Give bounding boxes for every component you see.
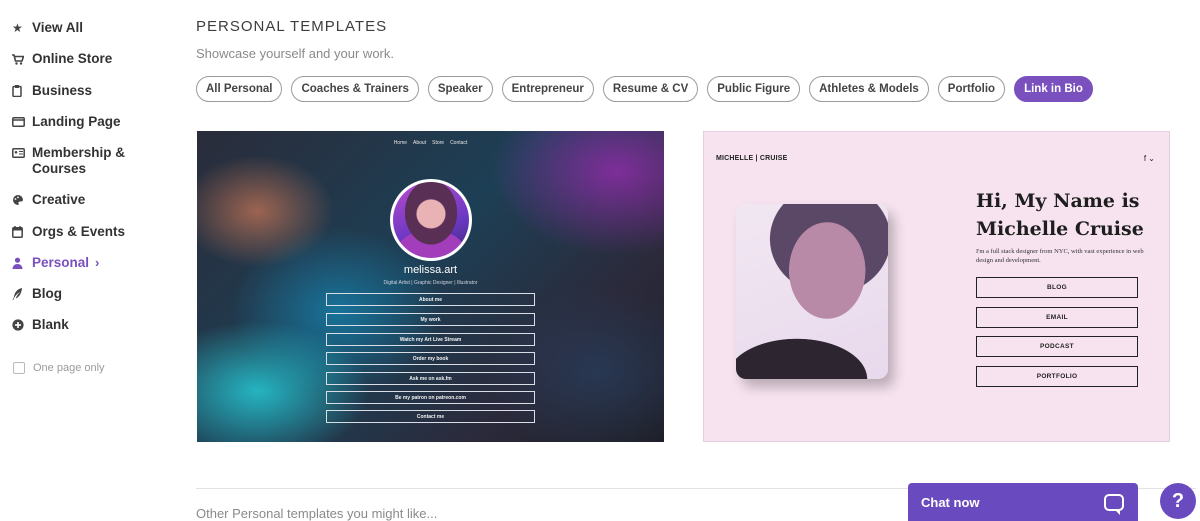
template-link-button: Ask me on ask.fm (326, 372, 535, 385)
template-link-button: About me (326, 293, 535, 306)
clipboard-icon (12, 83, 26, 99)
one-page-only-label: One page only (33, 362, 105, 374)
template-nav: Home About Store Contact (197, 140, 664, 146)
sidebar-item-label: View All (32, 20, 84, 35)
filter-pill-athletes-models[interactable]: Athletes & Models (809, 76, 929, 102)
sidebar-item-online-store[interactable]: Online Store (12, 51, 112, 67)
sidebar-item-membership-courses[interactable]: Membership & Courses (12, 145, 125, 177)
filter-pill-bar: All Personal Coaches & Trainers Speaker … (196, 76, 1093, 102)
quill-icon (12, 286, 26, 302)
star-icon: ★ (12, 21, 23, 35)
checkbox-box[interactable] (13, 362, 25, 374)
template-heading-line2: Michelle Cruise (976, 218, 1144, 240)
chat-now-label: Chat now (921, 494, 980, 510)
window-icon (12, 114, 26, 130)
sidebar-item-label: Personal (32, 255, 90, 270)
sidebar-item-label: Online Store (32, 51, 113, 66)
sidebar-item-label: Business (32, 83, 93, 98)
template-portrait-image (736, 204, 888, 379)
sidebar-item-business[interactable]: Business (12, 83, 92, 99)
filter-pill-portfolio[interactable]: Portfolio (937, 76, 1006, 102)
sidebar-item-personal[interactable]: Personal › (12, 255, 99, 271)
sidebar-item-creative[interactable]: Creative (12, 192, 85, 208)
template-nav-item: Contact (450, 140, 468, 146)
sidebar-item-label-line2: Courses (32, 161, 87, 176)
help-button[interactable]: ? (1160, 483, 1196, 519)
sidebar-item-label: Membership & (32, 145, 126, 160)
filter-pill-coaches-trainers[interactable]: Coaches & Trainers (291, 76, 419, 102)
sidebar-item-blank[interactable]: Blank (12, 317, 69, 333)
sidebar-item-orgs-events[interactable]: Orgs & Events (12, 224, 125, 240)
filter-pill-resume-cv[interactable]: Resume & CV (602, 76, 699, 102)
chat-now-button[interactable]: Chat now (908, 483, 1138, 521)
filter-pill-public-figure[interactable]: Public Figure (707, 76, 801, 102)
sidebar-item-landing-page[interactable]: Landing Page (12, 114, 121, 130)
template-link-button: Be my patron on patreon.com (326, 391, 535, 404)
template-card-melissa-art[interactable]: Home About Store Contact melissa.art Dig… (197, 131, 664, 442)
template-profile-name: melissa.art (403, 264, 458, 276)
filter-pill-entrepreneur[interactable]: Entrepreneur (501, 76, 594, 102)
calendar-icon (12, 224, 26, 240)
palette-icon (12, 192, 26, 208)
sidebar-item-view-all[interactable]: ★ View All (12, 20, 83, 36)
template-link-button: Contact me (326, 410, 535, 423)
template-podcast-button: PODCAST (976, 336, 1138, 357)
page-title: PERSONAL TEMPLATES (196, 18, 388, 35)
filter-pill-link-in-bio[interactable]: Link in Bio (1014, 76, 1093, 102)
sidebar-item-label: Creative (32, 192, 86, 207)
template-card-michelle-cruise[interactable]: MICHELLE | CRUISE f ⌄ Hi, My Name is Mic… (703, 131, 1170, 442)
template-brand: MICHELLE | CRUISE (716, 155, 788, 162)
sidebar-item-label: Landing Page (32, 114, 121, 129)
facebook-icon: f ⌄ (1143, 154, 1155, 163)
template-nav-item: About (413, 140, 427, 146)
sidebar-item-label: Blog (32, 286, 62, 301)
page-subtitle: Showcase yourself and your work. (196, 46, 394, 61)
sidebar-item-label: Blank (32, 317, 69, 332)
template-portfolio-button: PORTFOLIO (976, 366, 1138, 387)
avatar-image (393, 182, 469, 258)
chat-bubble-icon (1104, 494, 1124, 515)
filter-pill-speaker[interactable]: Speaker (427, 76, 493, 102)
template-nav-item: Store (432, 140, 445, 146)
template-heading-line1: Hi, My Name is (976, 190, 1140, 212)
chevron-right-icon: › (95, 255, 100, 270)
template-email-button: EMAIL (976, 307, 1138, 328)
filter-pill-all-personal[interactable]: All Personal (196, 76, 283, 102)
sidebar-item-blog[interactable]: Blog (12, 286, 62, 302)
template-link-button: Watch my Art Live Stream (326, 333, 535, 346)
sidebar-item-label-group: Membership & Courses (32, 145, 125, 177)
one-page-only-checkbox[interactable]: One page only (13, 362, 105, 374)
template-blog-button: BLOG (976, 277, 1138, 298)
template-profile-role: Digital Artist | Graphic Designer | Illu… (383, 280, 478, 286)
category-sidebar: ★ View All Online Store Business Landing… (0, 0, 175, 521)
id-card-icon (12, 145, 26, 161)
person-icon (12, 255, 26, 271)
sidebar-item-label: Orgs & Events (32, 224, 126, 239)
other-templates-heading: Other Personal templates you might like.… (196, 506, 438, 521)
cart-icon (12, 51, 26, 67)
template-link-button: My work (326, 313, 535, 326)
template-heading: Hi, My Name is Michelle Cruise (976, 187, 1144, 243)
template-nav-item: Home (393, 140, 408, 146)
template-description: I'm a full stack designer from NYC, with… (976, 248, 1144, 264)
template-link-button: Order my book (326, 352, 535, 365)
template-avatar (390, 179, 472, 261)
plus-circle-icon (12, 317, 26, 333)
